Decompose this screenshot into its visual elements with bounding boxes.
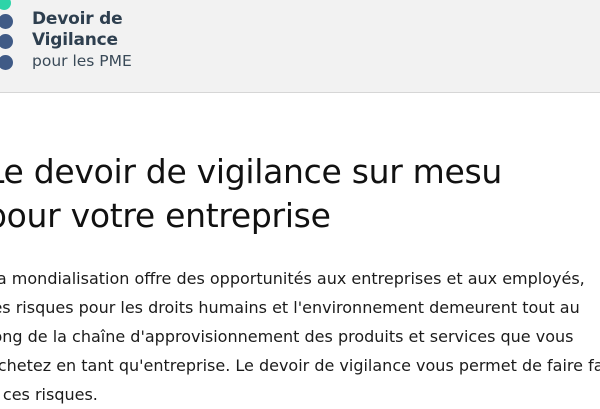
logo-dots-icon	[0, 0, 20, 92]
logo-line-vigilance: Vigilance	[32, 30, 118, 50]
intro-line-2: les risques pour les droits humains et l…	[0, 298, 580, 317]
logo-line-devoir: Devoir de	[32, 9, 123, 29]
logo-dot-blue-3	[0, 55, 13, 70]
logo-dot-blue-2	[0, 34, 13, 49]
intro-line-1: La mondialisation offre des opportunités…	[0, 269, 585, 288]
logo-dot-green	[0, 0, 11, 10]
logo-dot-blue-1	[0, 14, 13, 29]
page-title-line-2: pour votre entreprise	[0, 196, 331, 235]
intro-line-3: long de la chaîne d'approvisionnement de…	[0, 327, 574, 346]
intro-paragraph: La mondialisation offre des opportunités…	[0, 264, 600, 409]
page-title: Le devoir de vigilance sur mesu pour vot…	[0, 150, 600, 238]
site-header: Devoir de Vigilance pour les PME	[0, 0, 600, 93]
logo-text: Devoir de Vigilance pour les PME	[32, 9, 132, 72]
intro-line-4: achetez en tant qu'entreprise. Le devoir…	[0, 356, 600, 375]
page-title-line-1: Le devoir de vigilance sur mesu	[0, 152, 503, 191]
intro-line-5: à ces risques.	[0, 385, 98, 404]
logo-line-pme: pour les PME	[32, 52, 132, 70]
home-logo-link[interactable]: Devoir de Vigilance pour les PME	[0, 0, 180, 92]
